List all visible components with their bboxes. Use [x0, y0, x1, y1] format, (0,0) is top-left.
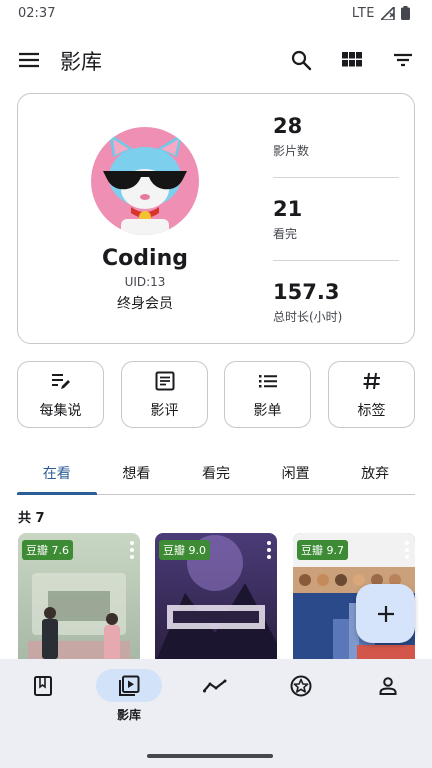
- status-bar: 02:37 LTE: [0, 0, 432, 26]
- quick-action-label: 影单: [253, 402, 282, 419]
- battery-icon: [401, 6, 410, 20]
- stat-label: 总时长(小时): [273, 310, 343, 324]
- tab-idle[interactable]: 闲置: [256, 452, 336, 494]
- membership-label: 终身会员: [117, 296, 173, 312]
- nickname: Coding: [102, 246, 188, 271]
- app-bar: 影库: [0, 38, 432, 82]
- stat-value: 157.3: [273, 280, 340, 304]
- nav-item-profile[interactable]: [345, 669, 431, 729]
- more-icon[interactable]: [267, 541, 271, 559]
- total-count: 共 7: [18, 511, 45, 526]
- quick-action-label: 影评: [150, 402, 179, 419]
- search-icon[interactable]: [289, 48, 313, 72]
- nav-item-favorites[interactable]: [258, 669, 344, 729]
- poster-card[interactable]: 豆瓣 9.0: [155, 533, 277, 663]
- tab-dropped[interactable]: 放弃: [335, 452, 415, 494]
- status-tabs: 在看 想看 看完 闲置 放弃: [17, 452, 415, 495]
- nav-item-library[interactable]: 影库: [86, 669, 172, 729]
- stat-finished: 21 看完: [273, 197, 399, 242]
- stat-value: 28: [273, 114, 303, 138]
- plus-icon: [377, 605, 394, 622]
- trend-icon: [203, 679, 227, 692]
- signal-icon: [381, 6, 395, 20]
- nav-item-trends[interactable]: [172, 669, 258, 729]
- bottom-navigation: 影库: [0, 659, 432, 768]
- nav-pill: [268, 669, 334, 702]
- network-label: LTE: [351, 5, 375, 21]
- stat-divider: [273, 260, 399, 261]
- tab-watched[interactable]: 看完: [176, 452, 256, 494]
- stat-value: 21: [273, 197, 303, 221]
- poster-card[interactable]: 豆瓣 7.6: [18, 533, 140, 663]
- stat-label: 看完: [273, 227, 298, 241]
- nav-pill: [10, 669, 76, 702]
- stat-divider: [273, 177, 399, 178]
- avatar[interactable]: [91, 127, 199, 235]
- star-badge-icon: [290, 675, 312, 696]
- nav-pill: [182, 669, 248, 702]
- stat-total-hours: 157.3 总时长(小时): [273, 280, 399, 325]
- quick-action-lists[interactable]: 影单: [224, 361, 311, 428]
- douban-rating: 豆瓣 7.6: [22, 540, 73, 560]
- douban-rating: 豆瓣 9.0: [159, 540, 210, 560]
- nav-pill: [96, 669, 162, 702]
- grid-view-icon[interactable]: [340, 48, 364, 72]
- tab-watching[interactable]: 在看: [17, 452, 97, 495]
- cat-avatar-icon: [103, 133, 187, 235]
- nav-item-books[interactable]: [0, 669, 86, 729]
- profile-card: Coding UID:13 终身会员 28 影片数 21 看完 157.3 总时…: [17, 93, 415, 344]
- edit-note-icon: [51, 373, 70, 389]
- user-id: UID:13: [124, 275, 166, 289]
- nav-pill: [355, 669, 421, 702]
- list-icon: [258, 374, 277, 387]
- person-icon: [379, 676, 397, 695]
- gesture-home-bar[interactable]: [147, 754, 273, 758]
- more-icon[interactable]: [405, 541, 409, 559]
- page-title: 影库: [60, 50, 102, 74]
- more-icon[interactable]: [130, 541, 134, 559]
- douban-rating: 豆瓣 9.7: [297, 540, 348, 560]
- article-icon: [155, 371, 174, 390]
- tab-want-to-watch[interactable]: 想看: [97, 452, 177, 494]
- status-indicators: LTE: [352, 6, 410, 21]
- quick-action-tags[interactable]: 标签: [328, 361, 415, 428]
- filter-icon[interactable]: [391, 48, 415, 72]
- video-library-icon: [119, 675, 140, 696]
- tag-icon: [363, 372, 380, 389]
- book-icon: [34, 675, 52, 696]
- quick-action-episode-notes[interactable]: 每集说: [17, 361, 104, 428]
- quick-action-reviews[interactable]: 影评: [121, 361, 208, 428]
- add-button[interactable]: [356, 584, 415, 643]
- quick-action-label: 每集说: [39, 402, 82, 419]
- menu-icon[interactable]: [18, 49, 40, 71]
- stat-label: 影片数: [273, 144, 310, 158]
- nav-label: 影库: [116, 708, 141, 722]
- quick-action-label: 标签: [357, 402, 386, 419]
- status-time: 02:37: [18, 5, 56, 21]
- stat-movie-count: 28 影片数: [273, 114, 399, 159]
